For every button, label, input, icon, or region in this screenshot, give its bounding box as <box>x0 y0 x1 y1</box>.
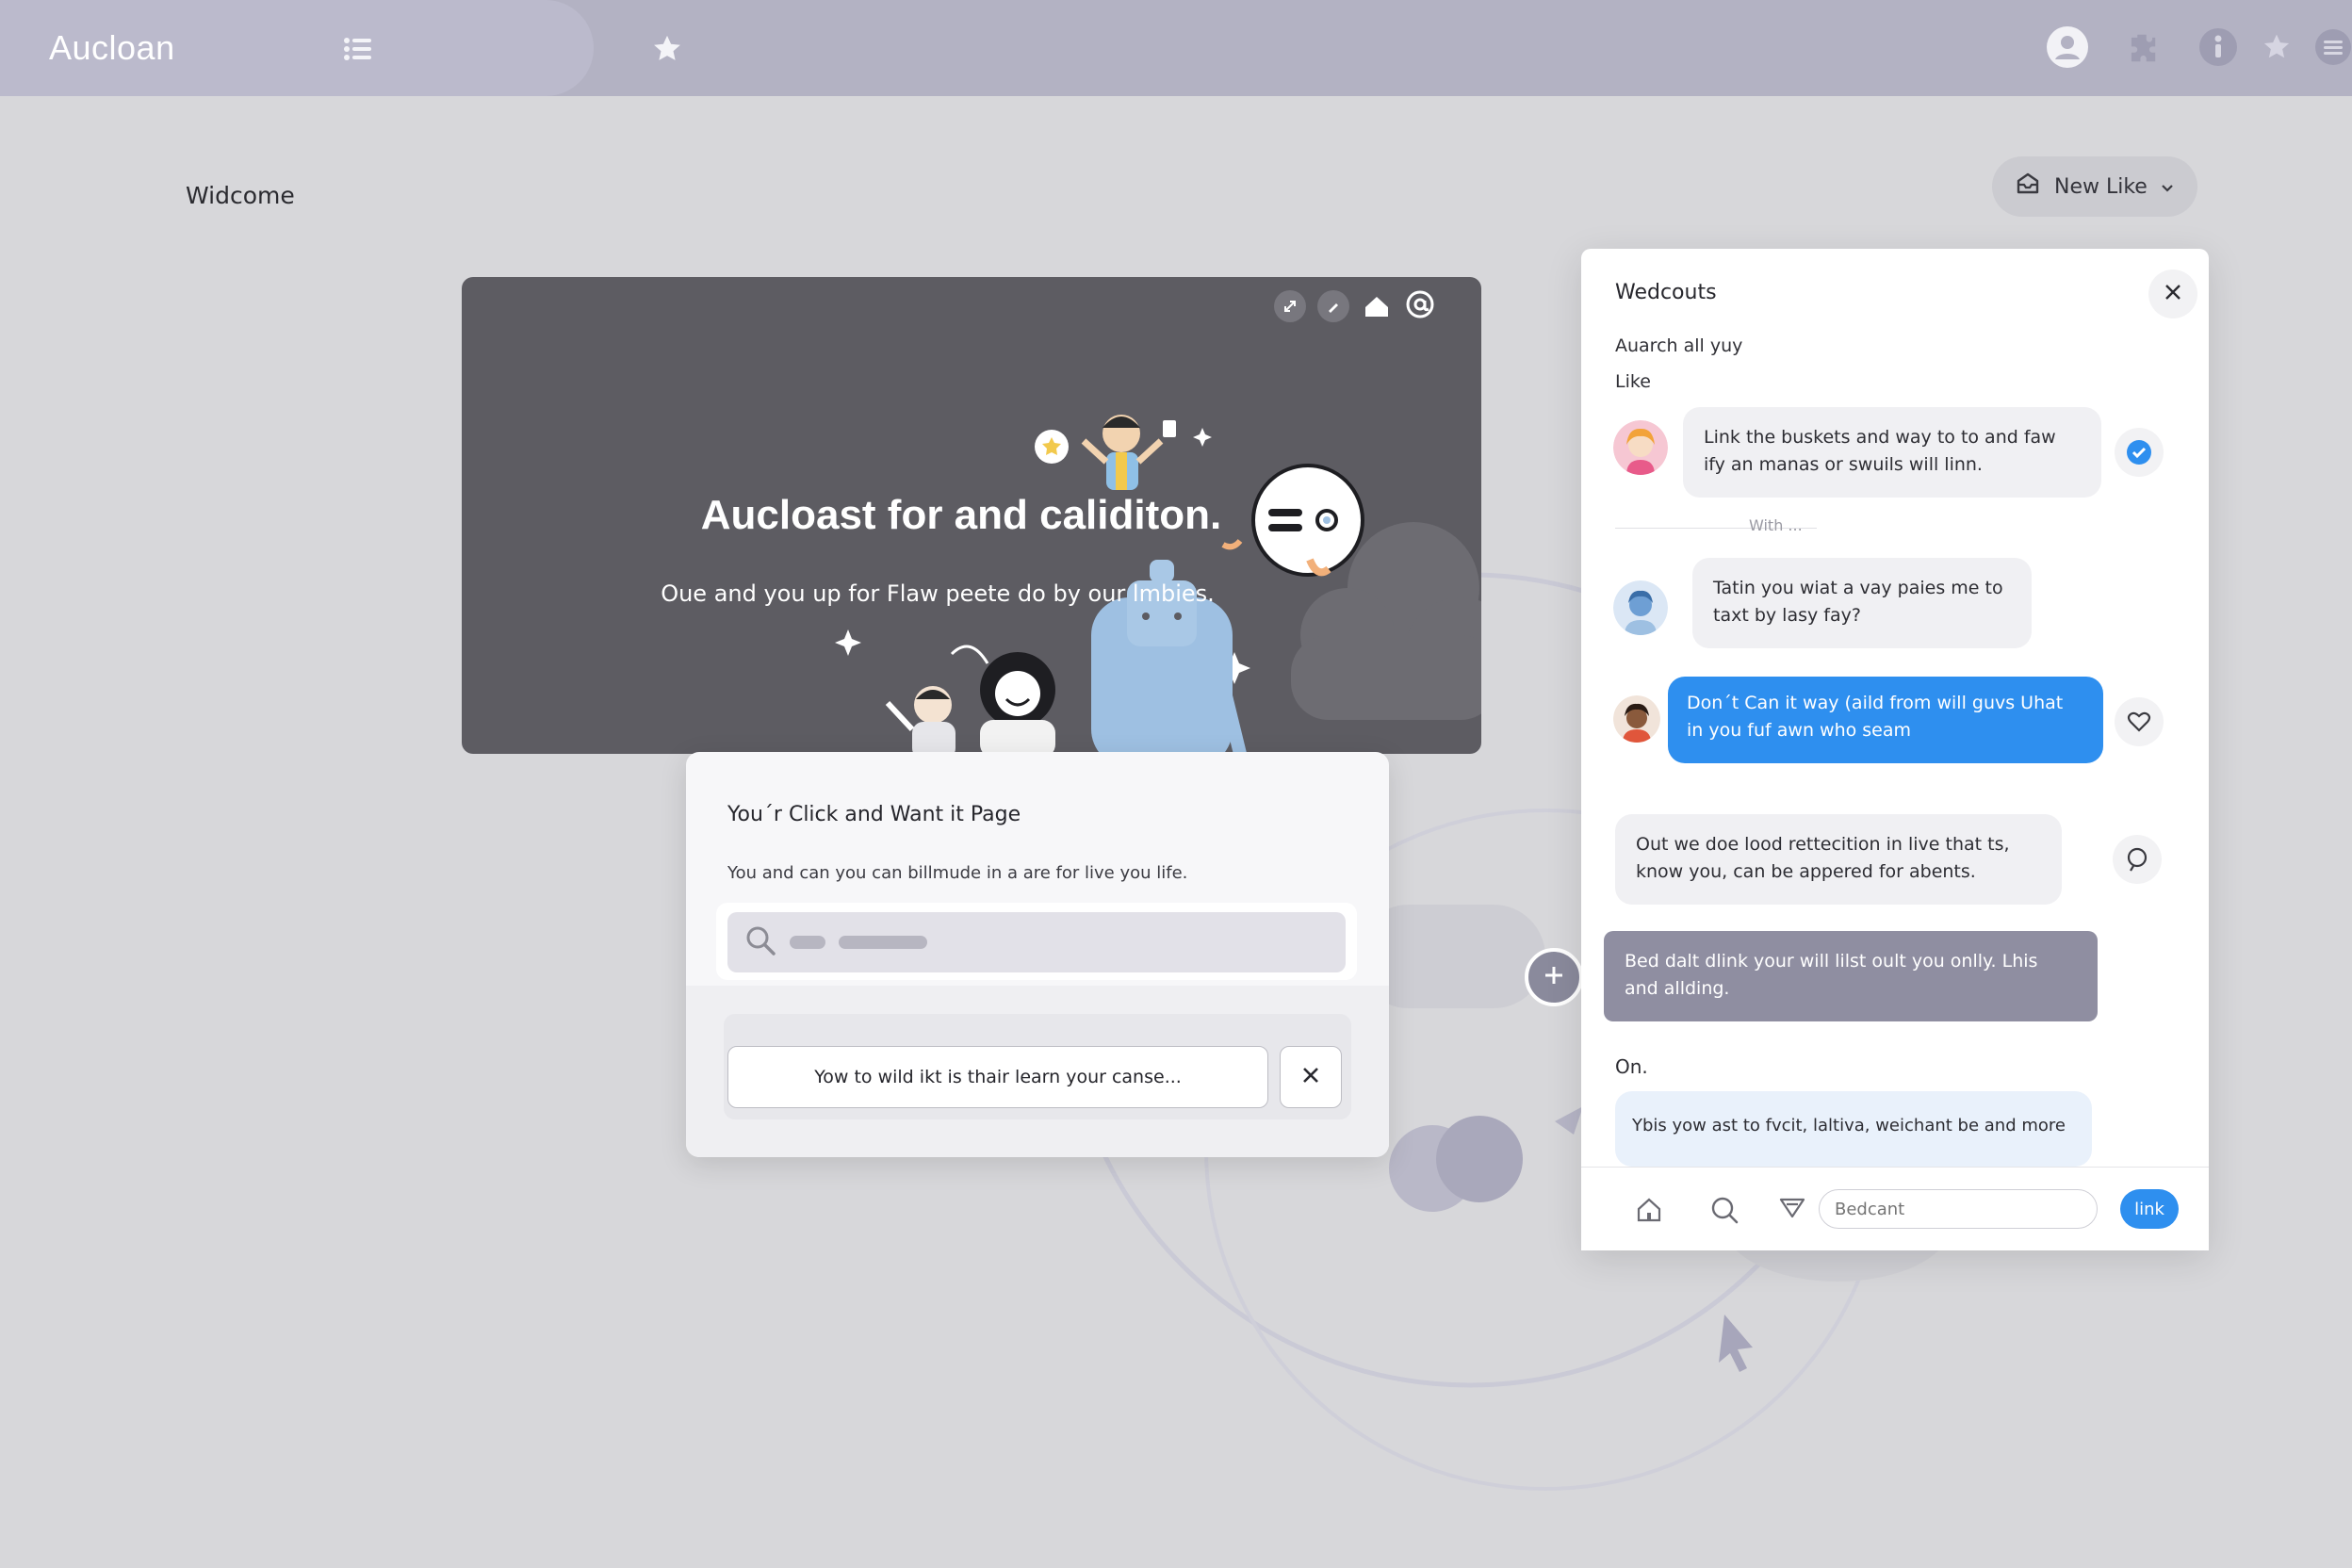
home-icon[interactable] <box>1632 1193 1666 1227</box>
dialog-card: You´r Click and Want it Page You and can… <box>686 752 1389 1157</box>
info-icon[interactable] <box>2197 26 2239 68</box>
close-icon <box>1300 1065 1321 1089</box>
search-icon[interactable] <box>2113 835 2162 884</box>
search-placeholder-bar <box>839 936 927 949</box>
new-like-label: New Like <box>2054 174 2148 199</box>
send-icon[interactable] <box>1775 1193 1809 1223</box>
chat-subtitle: Auarch all yuy <box>1615 335 1743 356</box>
search-input[interactable] <box>727 912 1346 972</box>
send-button[interactable]: link <box>2120 1189 2179 1229</box>
avatar[interactable] <box>1613 580 1668 635</box>
puzzle-icon[interactable] <box>2122 28 2162 68</box>
search-icon[interactable] <box>1707 1193 1741 1227</box>
avatar[interactable] <box>1613 420 1668 475</box>
favorite-star-icon[interactable] <box>2260 30 2294 64</box>
add-button[interactable] <box>1525 948 1583 1006</box>
learn-button[interactable]: Yow to wild ikt is thair learn your cans… <box>727 1046 1268 1108</box>
divider <box>1930 528 2171 529</box>
hero-banner: Aucloast for and caliditon. Oue and you … <box>462 277 1481 754</box>
menu-icon[interactable] <box>2314 28 2352 66</box>
chat-message: Link the buskets and way to to and faw i… <box>1683 407 2101 498</box>
home-icon[interactable] <box>1361 290 1393 322</box>
plus-icon <box>1542 963 1566 991</box>
app-brand[interactable]: Aucloan <box>49 28 175 68</box>
hero-title: Aucloast for and caliditon. <box>700 492 1222 538</box>
chevron-down-icon <box>2161 175 2174 199</box>
message-input[interactable] <box>1819 1189 2098 1229</box>
chat-message: Ybis yow ast to fvcit, laltiva, weichant… <box>1615 1091 2092 1167</box>
page-title: Widcome <box>186 182 295 209</box>
chat-message: Out we doe lood rettecition in live that… <box>1615 814 2062 905</box>
search-icon <box>744 924 776 960</box>
divider-label: With ... <box>1749 516 1803 534</box>
dialog-description: You and can you can billmude in a are fo… <box>727 863 1188 883</box>
new-like-button[interactable]: New Like <box>1992 156 2197 217</box>
list-icon[interactable] <box>341 34 375 64</box>
section-label: On. <box>1615 1055 1648 1078</box>
chat-panel: Wedcouts Auarch all yuy Like Link the bu… <box>1581 249 2209 1250</box>
heart-icon[interactable] <box>2115 697 2164 746</box>
chat-message-own: Don´t Can it way (aild from will guvs Uh… <box>1668 677 2103 763</box>
hero-subtitle: Oue and you up for Flaw peete do by our … <box>661 580 1215 607</box>
search-placeholder-bar <box>790 936 825 949</box>
chat-title: Wedcouts <box>1615 281 1717 304</box>
dialog-close-button[interactable] <box>1280 1046 1342 1108</box>
chat-message: Tatin you wiat a vay paies me to taxt by… <box>1692 558 2032 648</box>
dialog-title: You´r Click and Want it Page <box>727 803 1021 826</box>
edit-icon[interactable] <box>1317 290 1349 322</box>
check-icon[interactable] <box>2115 428 2164 477</box>
chat-message-highlight: Bed dalt dlink your will lilst oult you … <box>1604 931 2098 1021</box>
close-icon <box>2164 283 2182 305</box>
at-icon[interactable] <box>1404 288 1436 320</box>
chat-subtitle-like: Like <box>1615 371 1651 392</box>
avatar[interactable] <box>1613 695 1660 743</box>
account-icon[interactable] <box>2045 24 2090 70</box>
expand-icon[interactable] <box>1274 290 1306 322</box>
star-icon[interactable] <box>650 32 684 66</box>
chat-close-button[interactable] <box>2148 270 2197 318</box>
inbox-icon <box>2015 172 2041 202</box>
